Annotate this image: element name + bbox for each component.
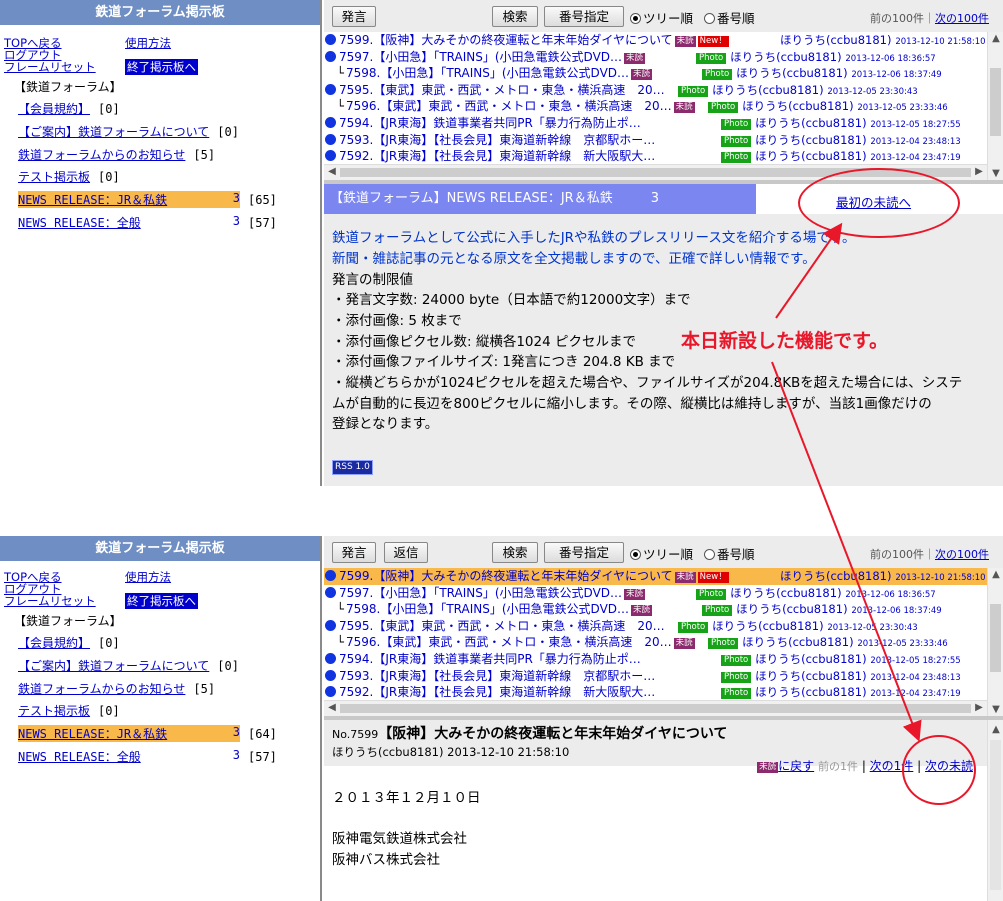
annotation-arrows	[771, 222, 922, 742]
arrow-up-to-first-unread	[775, 222, 843, 319]
arrow-down-to-next-unread	[771, 361, 922, 742]
